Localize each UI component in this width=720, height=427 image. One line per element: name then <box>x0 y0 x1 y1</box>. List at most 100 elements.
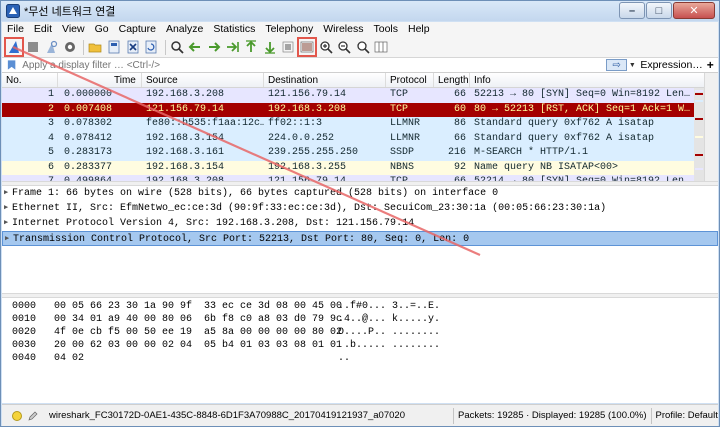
go-first-packet-button[interactable] <box>243 39 259 55</box>
apply-filter-button[interactable]: ⇨ <box>606 59 627 71</box>
bytes-row[interactable]: 0010 00 34 01 a9 40 00 80 06 6b f8 c0 a8… <box>2 313 718 326</box>
packet-row[interactable]: 6 0.283377 192.168.3.154 192.168.3.255 NBNS 9… <box>2 160 718 175</box>
capture-options-button[interactable] <box>62 39 78 55</box>
packet-row[interactable]: 2 0.007408 121.156.79.14 192.168.3.208 TCP 60… <box>2 102 718 117</box>
packet-no: 1 <box>47 89 54 100</box>
packet-time: 0.078302 <box>64 118 113 129</box>
expand-triangle-icon[interactable]: ▶ <box>5 232 9 247</box>
chevron-down-icon[interactable]: ▼ <box>629 62 636 69</box>
expand-triangle-icon[interactable]: ▶ <box>4 216 8 231</box>
go-first-icon <box>246 40 257 52</box>
packet-row[interactable]: 1 0.000000 192.168.3.208 121.156.79.14 TCP 66… <box>2 88 718 103</box>
minimize-button[interactable]: – <box>619 2 645 19</box>
menu-analyze[interactable]: Analyze <box>161 22 208 37</box>
go-to-packet-button[interactable] <box>225 39 241 55</box>
maximize-button[interactable]: □ <box>646 2 672 19</box>
bytes-ascii: .b..... ........ <box>338 340 441 351</box>
capture-comment-icon[interactable] <box>27 410 39 422</box>
menu-bar: File Edit View Go Capture Analyze Statis… <box>2 22 718 37</box>
expand-triangle-icon[interactable]: ▶ <box>4 186 8 201</box>
profile-indicator[interactable]: Profile: Default <box>656 410 718 421</box>
zoom-in-button[interactable] <box>318 39 334 55</box>
go-forward-button[interactable] <box>206 39 222 55</box>
display-filter-input[interactable] <box>20 58 605 72</box>
packet-row[interactable]: 3 0.078302 fe80::b535:f1aa:12c… ff02::1:3 LL… <box>2 117 718 132</box>
packet-list-scrollbar[interactable] <box>704 73 718 181</box>
toolbar-separator <box>164 39 166 55</box>
expression-button[interactable]: Expression… <box>640 59 702 71</box>
minimap-mark <box>695 118 703 120</box>
menu-view[interactable]: View <box>57 22 90 37</box>
col-header-time[interactable]: Time <box>58 73 142 87</box>
bytes-hex: 00 05 66 23 30 1a 90 9f 33 ec ce 3d 08 0… <box>54 301 343 312</box>
minimap-mark <box>695 154 703 156</box>
packet-info: Standard query 0xf762 A isatap <box>474 118 655 129</box>
col-header-no[interactable]: No. <box>2 73 58 87</box>
bytes-row[interactable]: 0020 4f 0e cb f5 00 50 ee 19 a5 8a 00 00… <box>2 326 718 339</box>
detail-row-ip[interactable]: ▶ Internet Protocol Version 4, Src: 192.… <box>2 216 718 231</box>
packet-info: 80 → 52213 [RST, ACK] Seq=1 Ack=1 W… <box>474 103 691 115</box>
bytes-hex: 20 00 62 03 00 00 02 04 05 b4 01 03 03 0… <box>54 340 343 351</box>
menu-capture[interactable]: Capture <box>114 22 161 37</box>
apply-arrow-icon: ⇨ <box>612 59 621 71</box>
zoom-out-button[interactable] <box>336 39 352 55</box>
col-header-protocol[interactable]: Protocol <box>386 73 434 87</box>
add-filter-button[interactable]: + <box>707 58 718 72</box>
menu-edit[interactable]: Edit <box>29 22 57 37</box>
packet-row[interactable]: 4 0.078412 192.168.3.154 224.0.0.252 LLMNR 66… <box>2 131 718 146</box>
col-header-destination[interactable]: Destination <box>264 73 386 87</box>
bytes-offset: 0000 <box>12 301 37 312</box>
detail-row-ethernet[interactable]: ▶ Ethernet II, Src: EfmNetwo_ec:ce:3d (9… <box>2 201 718 216</box>
packet-row[interactable]: 5 0.283173 192.168.3.161 239.255.255.250 SSD… <box>2 146 718 161</box>
packet-no: 4 <box>47 132 54 144</box>
detail-row-tcp[interactable]: ▶ Transmission Control Protocol, Src Por… <box>2 231 718 246</box>
menu-telephony[interactable]: Telephony <box>260 22 318 37</box>
start-capture-button[interactable] <box>4 37 24 57</box>
auto-scroll-button[interactable] <box>280 39 296 55</box>
zoom-reset-button[interactable] <box>355 39 371 55</box>
resize-columns-icon <box>374 41 388 53</box>
bytes-ascii: O....P.. ........ <box>338 327 441 338</box>
packet-length: 60 <box>453 103 466 115</box>
col-header-length[interactable]: Length <box>434 73 470 87</box>
bookmark-filter-icon[interactable] <box>6 59 17 71</box>
menu-tools[interactable]: Tools <box>368 22 403 37</box>
go-last-packet-button[interactable] <box>262 39 278 55</box>
expand-triangle-icon[interactable]: ▶ <box>4 201 8 216</box>
menu-statistics[interactable]: Statistics <box>208 22 260 37</box>
close-button[interactable]: ✕ <box>673 2 715 19</box>
close-file-button[interactable] <box>125 39 141 55</box>
packet-destination: 224.0.0.252 <box>268 132 335 144</box>
bytes-row[interactable]: 0040 04 02 .. <box>2 352 718 365</box>
bytes-row[interactable]: 0000 00 05 66 23 30 1a 90 9f 33 ec ce 3d… <box>2 300 718 313</box>
packet-length: 92 <box>453 161 466 173</box>
file-save-icon <box>108 40 120 54</box>
col-header-source[interactable]: Source <box>142 73 264 87</box>
detail-text: Internet Protocol Version 4, Src: 192.16… <box>12 218 415 229</box>
bytes-hex: 4f 0e cb f5 00 50 ee 19 a5 8a 00 00 00 0… <box>54 327 343 338</box>
packet-list: No. Time Source Destination Protocol Len… <box>2 73 718 181</box>
packet-destination: 192.168.3.255 <box>268 161 347 173</box>
bytes-row[interactable]: 0030 20 00 62 03 00 00 02 04 05 b4 01 03… <box>2 339 718 352</box>
menu-go[interactable]: Go <box>90 22 114 37</box>
packet-destination: ff02::1:3 <box>268 118 323 129</box>
find-packet-button[interactable] <box>169 39 185 55</box>
menu-wireless[interactable]: Wireless <box>318 22 368 37</box>
window-controls: – □ ✕ <box>619 2 715 19</box>
col-header-info[interactable]: Info <box>470 73 706 87</box>
save-file-button[interactable] <box>106 39 122 55</box>
reload-file-button[interactable] <box>143 39 159 55</box>
menu-file[interactable]: File <box>2 22 29 37</box>
detail-row-frame[interactable]: ▶ Frame 1: 66 bytes on wire (528 bits), … <box>2 186 718 201</box>
resize-columns-button[interactable] <box>373 39 389 55</box>
go-back-button[interactable] <box>187 39 203 55</box>
stop-capture-button[interactable] <box>25 39 41 55</box>
colorize-button[interactable] <box>296 37 317 57</box>
packet-protocol: TCP <box>390 103 409 115</box>
menu-help[interactable]: Help <box>403 22 435 37</box>
detail-text: Frame 1: 66 bytes on wire (528 bits), 66… <box>12 188 499 199</box>
restart-capture-button[interactable] <box>43 39 59 55</box>
expert-info-icon[interactable] <box>12 410 22 421</box>
open-file-button[interactable] <box>87 39 103 55</box>
packet-minimap[interactable] <box>694 88 704 181</box>
